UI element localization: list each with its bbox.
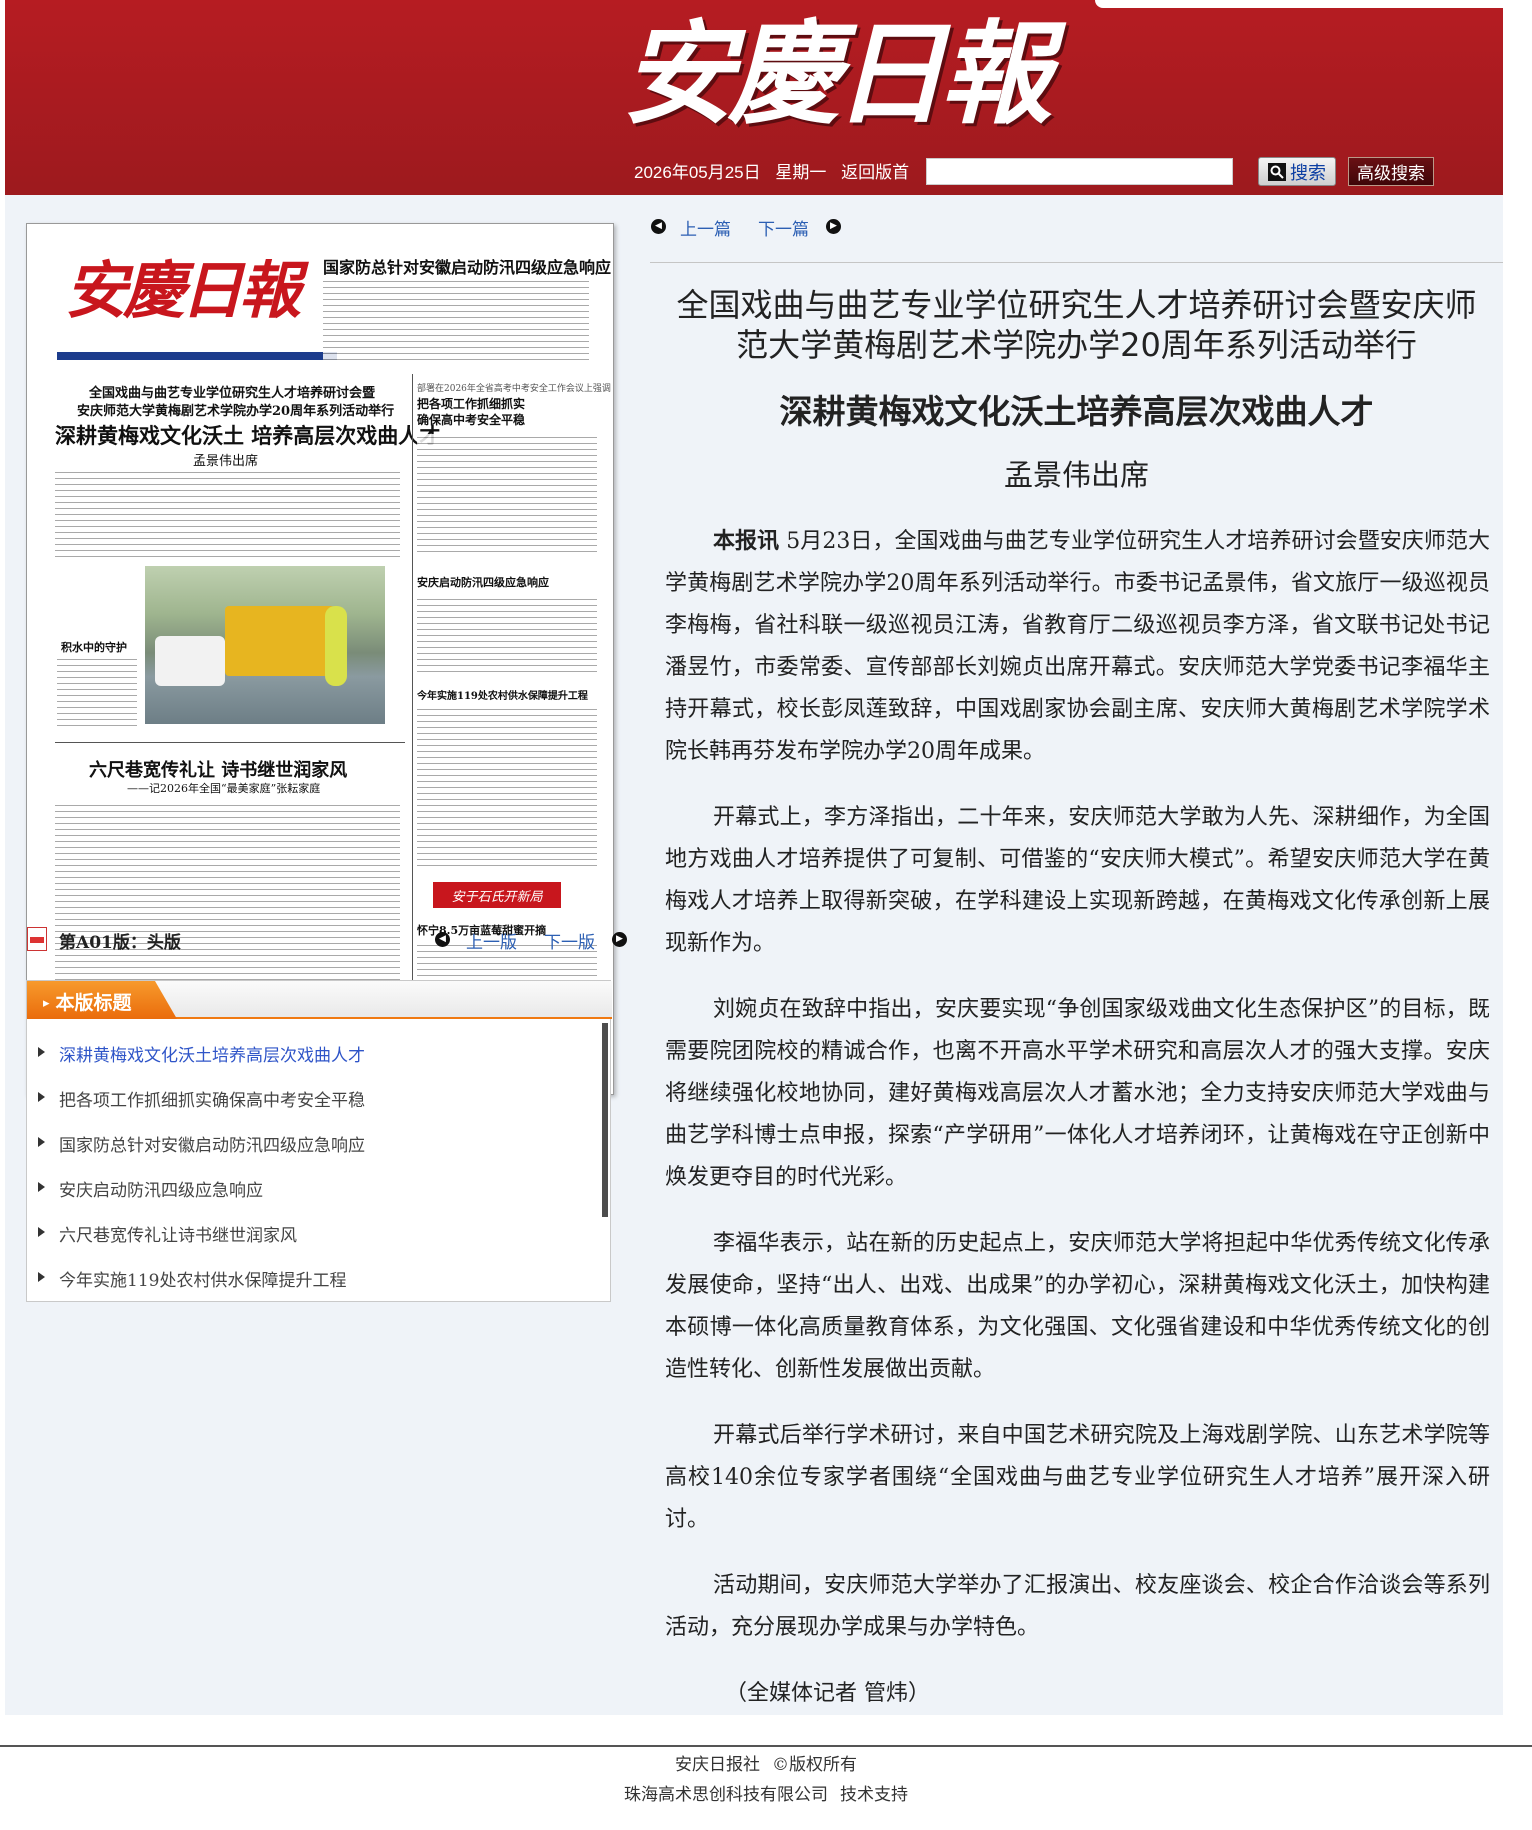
prev-page-icon[interactable]: ◀ — [435, 932, 450, 947]
thumbnail-text — [57, 656, 137, 726]
footer-divider — [0, 1745, 1532, 1747]
article-subtitle: 深耕黄梅戏文化沃土培养高层次戏曲人才 — [779, 392, 1374, 431]
headline-item[interactable]: 把各项工作抓细抓实确保高中考安全平稳 — [27, 1086, 597, 1131]
header-top-corner — [1095, 0, 1505, 8]
article-paragraph: 开幕式上，李方泽指出，二十年来，安庆师范大学敢为人先、深耕细作，为全国地方戏曲人… — [665, 805, 1490, 956]
current-date: 2026年05月25日 — [634, 163, 761, 182]
headline-item-label[interactable]: 今年实施119处农村供水保障提升工程 — [59, 1271, 346, 1290]
headline-item-label[interactable]: 六尺巷宽传礼让诗书继世润家风 — [59, 1226, 297, 1246]
return-home-link[interactable]: 返回版首 — [841, 163, 909, 182]
page-label: 第A01版：头版 — [59, 933, 181, 953]
article-paragraph: 开幕式后举行学术研讨，来自中国艺术研究院及上海戏剧学院、山东艺术学院等高校140… — [665, 1423, 1490, 1532]
next-article-link[interactable]: 下一篇 — [758, 215, 809, 240]
page-thumbnail[interactable]: 安慶日報 国家防总针对安徽启动防汛四级应急响应 全国戏曲与曲艺专业学位研究生人才… — [26, 223, 614, 1095]
article-paragraph: 李福华表示，站在新的历史起点上，安庆师范大学将担起中华优秀传统文化传承发展使命，… — [665, 1231, 1490, 1382]
article-lead-tag: 本报讯 — [713, 528, 780, 554]
headline-item-label[interactable]: 深耕黄梅戏文化沃土培养高层次戏曲人才 — [59, 1046, 365, 1066]
search-button[interactable]: 搜索 — [1258, 157, 1336, 186]
headline-item[interactable]: 安庆启动防汛四级应急响应 — [27, 1176, 597, 1221]
headline-item[interactable]: 深耕黄梅戏文化沃土培养高层次戏曲人才 — [27, 1041, 597, 1086]
thumbnail-stamp: 安于石氏开新局 — [433, 882, 561, 908]
photo-person — [325, 606, 347, 686]
next-page-link[interactable]: 下一版 — [544, 928, 595, 953]
current-weekday: 星期一 — [775, 163, 827, 182]
thumbnail-rule — [55, 742, 405, 743]
article-divider — [650, 262, 1503, 263]
headlines-title: 本版标题 — [43, 988, 132, 1015]
headlines-scrollbar[interactable] — [602, 1023, 608, 1217]
footer: 安庆日报社 ©版权所有 珠海高术思创科技有限公司 技术支持 — [0, 1750, 1532, 1810]
headline-item-label[interactable]: 安庆启动防汛四级应急响应 — [59, 1181, 263, 1201]
headline-item[interactable]: 今年实施119处农村供水保障提升工程 — [27, 1266, 597, 1290]
article-body: 本报讯 5月23日，全国戏曲与曲艺专业学位研究生人才培养研讨会暨安庆师范大学黄梅… — [665, 520, 1490, 1739]
article-byline: （全媒体记者 管炜） — [725, 1681, 930, 1706]
photo-car — [155, 636, 225, 686]
headline-item[interactable]: 六尺巷宽传礼让诗书继世润家风 — [27, 1221, 597, 1266]
thumbnail-feature-headline: 六尺巷宽传礼让 诗书继世润家风 — [89, 760, 348, 781]
headline-item-label[interactable]: 国家防总针对安徽启动防汛四级应急响应 — [59, 1136, 365, 1156]
thumbnail-top-headline: 国家防总针对安徽启动防汛四级应急响应 — [323, 258, 612, 277]
article-paragraph-text: 5月23日，全国戏曲与曲艺专业学位研究生人才培养研讨会暨安庆师范大学黄梅剧艺术学… — [665, 529, 1490, 764]
search-icon — [1268, 162, 1286, 181]
advanced-search-button[interactable]: 高级搜索 — [1348, 157, 1434, 186]
thumbnail-story2: 安庆启动防汛四级应急响应 — [417, 576, 549, 589]
thumbnail-right-kicker: 部署在2026年全省高考中考安全工作会议上强调 — [417, 384, 611, 394]
footer-support-label: 技术支持 — [840, 1785, 908, 1805]
thumbnail-lead-headline: 深耕黄梅戏文化沃土 培养高层次戏曲人才 — [55, 423, 441, 448]
headline-item-label[interactable]: 把各项工作抓细抓实确保高中考安全平稳 — [59, 1091, 365, 1111]
next-article-icon[interactable]: ▶ — [826, 219, 841, 234]
headline-item[interactable]: 国家防总针对安徽启动防汛四级应急响应 — [27, 1131, 597, 1176]
page-headlines-box: 本版标题 深耕黄梅戏文化沃土培养高层次戏曲人才 把各项工作抓细抓实确保高中考安全… — [26, 980, 612, 1302]
thumbnail-masthead-bar — [57, 352, 337, 360]
prev-page-link[interactable]: 上一版 — [466, 928, 517, 953]
headlines-list: 深耕黄梅戏文化沃土培养高层次戏曲人才 把各项工作抓细抓实确保高中考安全平稳 国家… — [27, 1041, 597, 1290]
article-paragraph: 活动期间，安庆师范大学举办了汇报演出、校友座谈会、校企合作洽谈会等系列活动，充分… — [665, 1573, 1490, 1640]
thumbnail-lead-kicker2: 安庆师范大学黄梅剧艺术学院办学20周年系列活动举行 — [77, 404, 395, 419]
thumbnail-feature-sub: ——记2026年全国“最美家庭”张耘家庭 — [127, 782, 321, 795]
thumbnail-column-rule — [412, 374, 413, 1064]
next-page-icon[interactable]: ▶ — [612, 932, 627, 947]
photo-truck — [225, 606, 335, 676]
thumbnail-right-headline: 把各项工作抓细抓实 确保高中考安全平稳 — [417, 397, 526, 427]
thumbnail-masthead: 安慶日報 — [65, 254, 301, 327]
thumbnail-lead-kicker: 全国戏曲与曲艺专业学位研究生人才培养研讨会暨 — [89, 386, 376, 401]
thumbnail-text — [55, 469, 400, 559]
date-line: 2026年05月25日 星期一 返回版首 — [634, 158, 909, 183]
footer-support-company[interactable]: 珠海高术思创科技有限公司 — [624, 1785, 828, 1805]
thumbnail-story3: 今年实施119处农村供水保障提升工程 — [417, 691, 588, 702]
footer-copyright: ©版权所有 — [772, 1755, 857, 1775]
search-input[interactable] — [926, 158, 1233, 185]
article-paragraph: 刘婉贞在致辞中指出，安庆要实现“争创国家级戏曲文化生态保护区”的目标，既需要院团… — [665, 997, 1490, 1190]
prev-article-link[interactable]: 上一篇 — [680, 215, 731, 240]
thumbnail-text — [417, 706, 597, 871]
footer-org: 安庆日报社 — [675, 1755, 760, 1775]
thumbnail-lead-sub: 孟景伟出席 — [193, 454, 259, 469]
article-subtitle2: 孟景伟出席 — [1003, 458, 1149, 492]
article-paragraph: 本报讯 5月23日，全国戏曲与曲艺专业学位研究生人才培养研讨会暨安庆师范大学黄梅… — [665, 520, 1490, 773]
search-button-label: 搜索 — [1290, 162, 1326, 183]
thumbnail-photo-caption: 积水中的守护 — [61, 641, 127, 654]
thumbnail-text — [417, 596, 597, 676]
pdf-icon[interactable] — [27, 927, 47, 951]
thumbnail-text — [417, 434, 597, 554]
prev-article-icon[interactable]: ◀ — [651, 219, 666, 234]
newspaper-logo[interactable]: 安慶日報 — [622, 0, 1102, 150]
article-title: 全国戏曲与曲艺专业学位研究生人才培养研讨会暨安庆师范大学黄梅剧艺术学院办学20周… — [676, 286, 1477, 364]
thumbnail-photo — [145, 566, 385, 724]
thumbnail-text — [323, 278, 589, 364]
